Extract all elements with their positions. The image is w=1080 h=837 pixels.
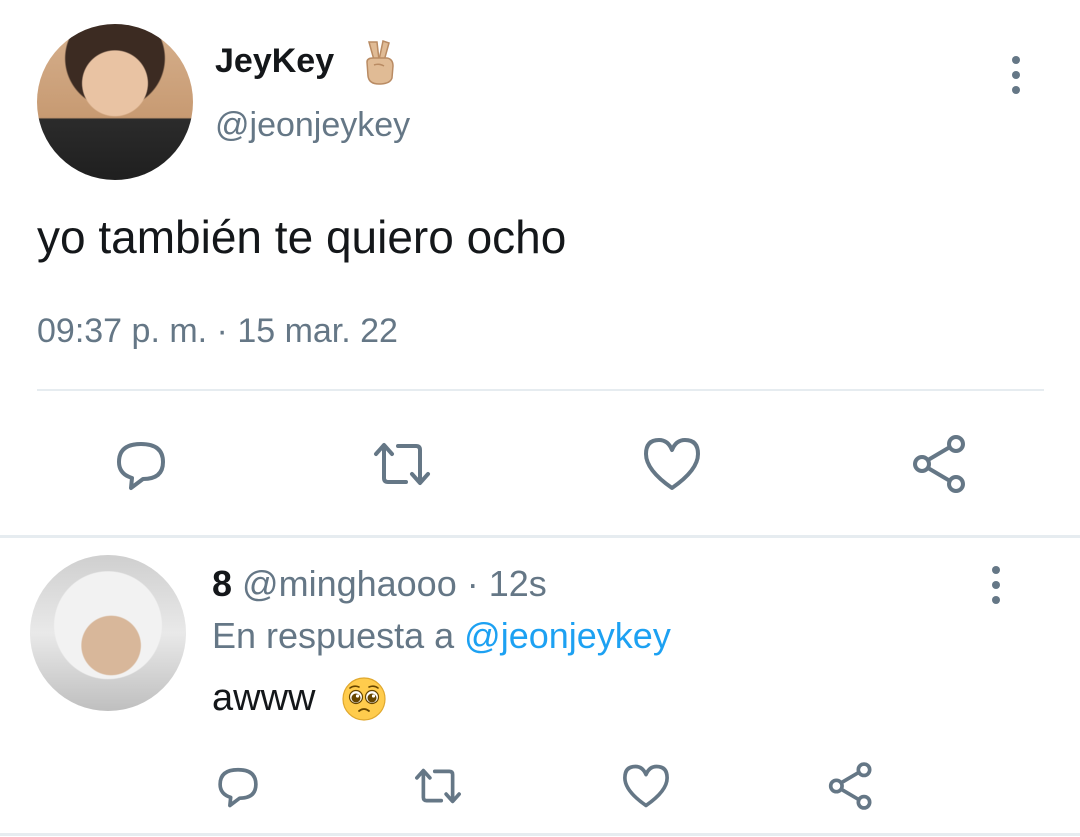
divider (37, 389, 1044, 391)
reply-context: En respuesta a @jeonjeykey (212, 615, 671, 657)
reply-icon[interactable] (109, 432, 173, 496)
tweet-text: yo también te quiero ocho (37, 211, 567, 263)
reply-header: 8 @minghaooo · 12s (212, 563, 547, 605)
share-icon[interactable] (908, 432, 972, 496)
reply-to-prefix: En respuesta a (212, 615, 465, 656)
pleading-face-icon (342, 677, 386, 721)
more-options-icon[interactable] (980, 562, 1012, 608)
reply-text: awww (212, 677, 316, 719)
reply-author-avatar[interactable] (30, 555, 186, 711)
section-divider (0, 833, 1080, 836)
reply-author-handle[interactable]: @minghaooo (242, 563, 457, 604)
reply-separator: · (456, 563, 489, 604)
author-handle[interactable]: @jeonjeykey (215, 106, 410, 145)
share-icon[interactable] (825, 760, 877, 812)
retweet-icon[interactable] (370, 432, 434, 496)
reply-to-mention[interactable]: @jeonjeykey (464, 615, 671, 656)
author-avatar[interactable] (37, 24, 193, 180)
reply-age: 12s (488, 563, 547, 604)
author-name[interactable]: JeyKey (215, 42, 334, 81)
section-divider (0, 535, 1080, 538)
tweet-timestamp[interactable]: 09:37 p. m. · 15 mar. 22 (37, 312, 398, 351)
like-icon[interactable] (640, 432, 704, 496)
more-options-icon[interactable] (1000, 52, 1032, 98)
victory-hand-icon (366, 40, 394, 85)
like-icon[interactable] (620, 760, 672, 812)
retweet-icon[interactable] (412, 760, 464, 812)
reply-icon[interactable] (212, 760, 264, 812)
reply-author-name[interactable]: 8 (212, 563, 232, 604)
